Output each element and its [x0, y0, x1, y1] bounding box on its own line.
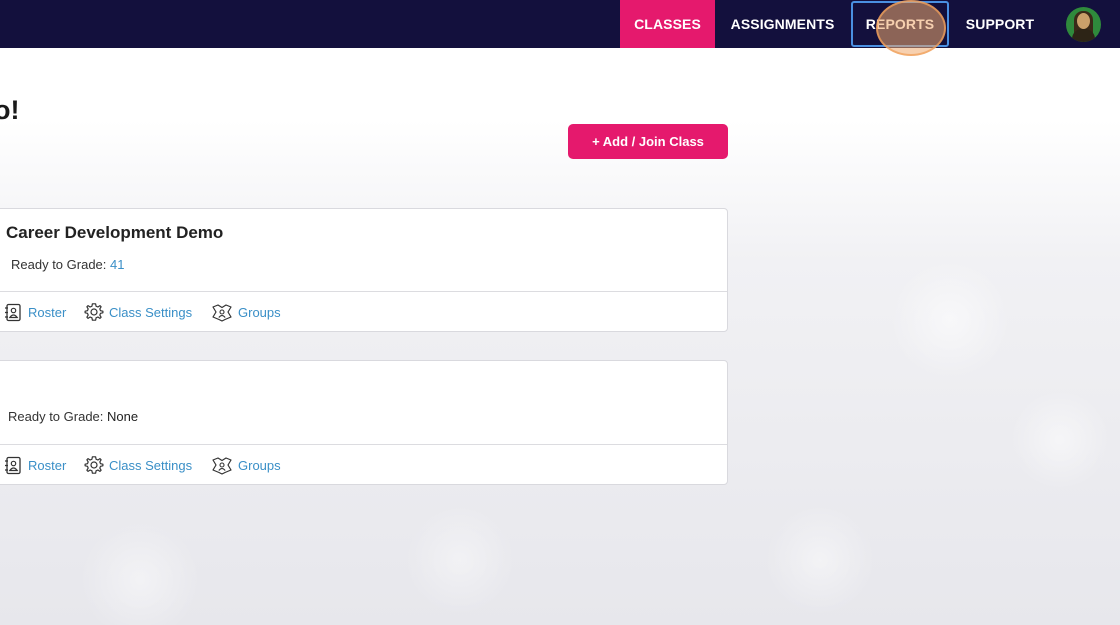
groups-link[interactable]: Groups	[211, 445, 281, 485]
add-join-class-button[interactable]: + Add / Join Class	[568, 124, 728, 159]
nav-support[interactable]: SUPPORT	[955, 0, 1045, 48]
nav-assignments[interactable]: ASSIGNMENTS	[720, 0, 845, 48]
user-avatar[interactable]	[1066, 7, 1101, 42]
avatar-face	[1077, 13, 1090, 29]
groups-icon	[212, 303, 232, 322]
roster-label: Roster	[28, 304, 67, 320]
page-title: o!	[0, 95, 20, 125]
groups-icon	[212, 456, 232, 475]
groups-link[interactable]: Groups	[211, 292, 281, 332]
groups-label: Groups	[238, 457, 281, 473]
ready-to-grade-count[interactable]: 41	[110, 257, 124, 272]
class-settings-label: Class Settings	[109, 457, 193, 473]
gear-icon	[84, 456, 104, 474]
class-card-actions: Roster Class Settings Groups	[0, 291, 727, 331]
roster-link[interactable]: Roster	[4, 445, 66, 485]
class-settings-link[interactable]: Class Settings	[84, 292, 192, 332]
roster-link[interactable]: Roster	[4, 292, 66, 332]
ready-to-grade: Ready to Grade: None	[8, 409, 138, 424]
ready-to-grade-label: Ready to Grade:	[8, 409, 104, 424]
roster-label: Roster	[28, 457, 67, 473]
ready-to-grade-label: Ready to Grade:	[11, 257, 107, 272]
avatar-body	[1072, 29, 1095, 42]
roster-icon	[5, 456, 21, 474]
class-card-actions: Roster Class Settings Groups	[0, 444, 727, 484]
ready-to-grade-count: None	[107, 409, 139, 424]
top-navbar: CLASSES ASSIGNMENTS REPORTS SUPPORT	[0, 0, 1120, 48]
roster-icon	[5, 303, 21, 321]
class-card: Career Development Demo Ready to Grade: …	[0, 208, 728, 332]
class-title[interactable]: Career Development Demo	[6, 223, 223, 243]
class-card: Ready to Grade: None Roster Class Settin…	[0, 360, 728, 485]
class-settings-link[interactable]: Class Settings	[84, 445, 192, 485]
groups-label: Groups	[238, 304, 281, 320]
class-settings-label: Class Settings	[109, 304, 193, 320]
gear-icon	[84, 303, 104, 321]
nav-reports[interactable]: REPORTS	[851, 1, 949, 47]
nav-classes[interactable]: CLASSES	[620, 0, 715, 48]
ready-to-grade: Ready to Grade: 41	[11, 257, 124, 272]
